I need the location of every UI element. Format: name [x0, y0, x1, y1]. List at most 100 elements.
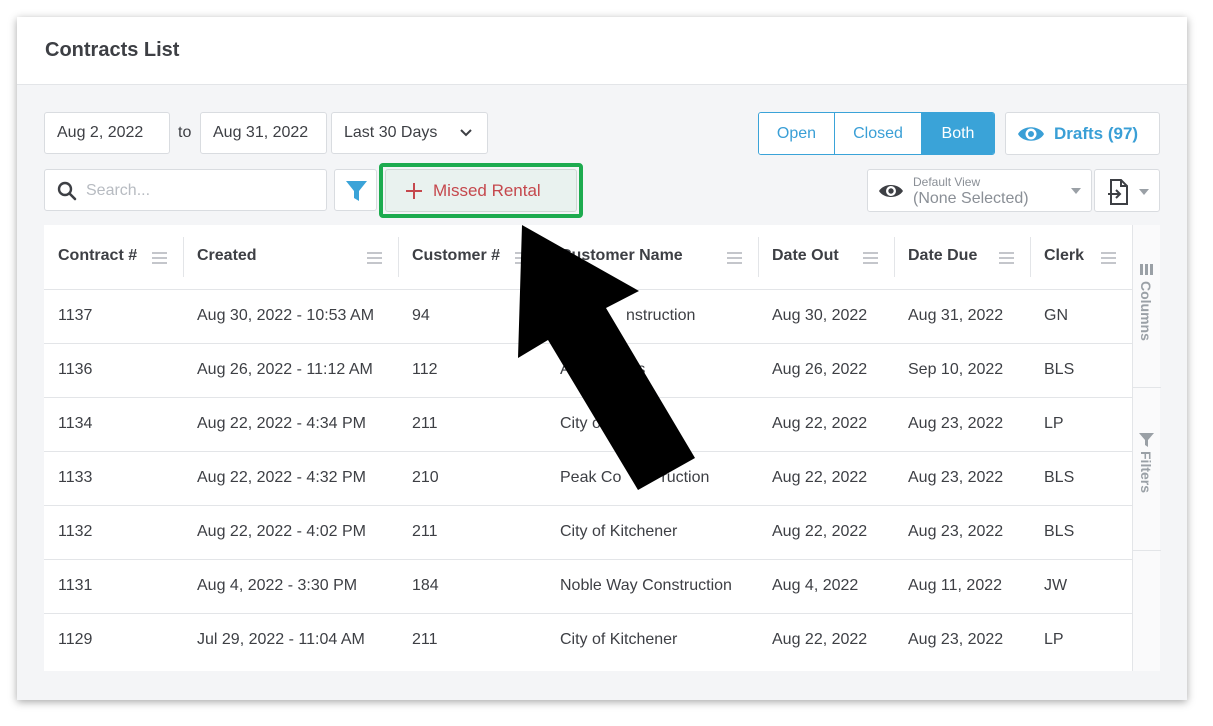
column-menu-icon[interactable] — [727, 252, 742, 264]
cell-clerk: BLS — [1044, 469, 1075, 486]
cell-date-due: Aug 23, 2022 — [908, 523, 1004, 540]
cell-customer-number: 211 — [412, 631, 438, 648]
cell-clerk: GN — [1044, 307, 1068, 324]
column-label: Customer Name — [560, 247, 683, 264]
table-header: Contract # Created Customer # Customer N… — [44, 225, 1132, 290]
cell-date-due: Aug 23, 2022 — [908, 631, 1004, 648]
view-value: (None Selected) — [913, 190, 1029, 207]
chevron-down-icon — [460, 129, 472, 137]
column-menu-icon[interactable] — [863, 252, 878, 264]
cell-created: Aug 22, 2022 - 4:34 PM — [197, 415, 366, 432]
column-menu-icon[interactable] — [1101, 252, 1116, 264]
view-select[interactable]: Default View (None Selected) — [867, 169, 1092, 212]
status-closed-button[interactable]: Closed — [835, 113, 922, 154]
columns-panel-toggle[interactable]: Columns — [1133, 225, 1161, 387]
cell-clerk: BLS — [1044, 523, 1075, 540]
caret-down-icon — [1071, 188, 1081, 194]
drafts-label: Drafts (97) — [1054, 124, 1139, 143]
column-header-customer-name[interactable]: Customer Name — [546, 225, 758, 290]
cell-date-due: Sep 10, 2022 — [908, 361, 1004, 378]
cell-contract: 1134 — [58, 415, 93, 432]
search-placeholder: Search... — [86, 182, 151, 199]
status-both-button[interactable]: Both — [922, 113, 994, 154]
cell-customer-name: City of Kitchener — [560, 631, 678, 648]
table-row[interactable]: 1136 Aug 26, 2022 - 11:12 AM 112 A rs Au… — [44, 344, 1132, 398]
filter-icon — [1139, 433, 1154, 447]
cell-customer-name: Noble Way Construction — [560, 577, 732, 594]
cell-customer-name: City of Kitchener — [560, 523, 678, 540]
search-icon — [57, 181, 77, 201]
column-menu-icon[interactable] — [367, 252, 382, 264]
eye-icon — [1018, 127, 1044, 141]
column-label: Contract # — [58, 247, 138, 264]
table-row[interactable]: 1133 Aug 22, 2022 - 4:32 PM 210 Peak Co … — [44, 452, 1132, 506]
cell-date-out: Aug 22, 2022 — [772, 631, 868, 648]
cell-customer-name: City o — [560, 415, 601, 432]
view-caption: Default View — [913, 175, 981, 189]
cell-contract: 1132 — [58, 523, 93, 540]
table-row[interactable]: 1132 Aug 22, 2022 - 4:02 PM 211 City of … — [44, 506, 1132, 560]
cell-created: Aug 30, 2022 - 10:53 AM — [197, 307, 375, 324]
cell-created: Aug 22, 2022 - 4:02 PM — [197, 523, 366, 540]
page-title: Contracts List — [45, 39, 180, 61]
cell-date-due: Aug 23, 2022 — [908, 469, 1004, 486]
export-icon — [1108, 179, 1128, 205]
columns-icon — [1140, 264, 1153, 275]
search-input[interactable]: Search... — [44, 169, 327, 211]
column-menu-icon[interactable] — [515, 252, 530, 264]
export-button[interactable] — [1094, 169, 1160, 212]
filters-panel-toggle[interactable]: Filters — [1133, 388, 1161, 550]
card-header: Contracts List — [17, 17, 1187, 85]
cell-customer-number: 211 — [412, 415, 438, 432]
column-label: Date Out — [772, 247, 839, 264]
cell-customer-number: 210 — [412, 469, 439, 486]
column-header-clerk[interactable]: Clerk — [1030, 225, 1132, 290]
column-header-contract[interactable]: Contract # — [44, 225, 183, 290]
cell-contract: 1136 — [58, 361, 93, 378]
filter-button[interactable] — [334, 169, 377, 211]
column-header-customer-number[interactable]: Customer # — [398, 225, 546, 290]
side-divider — [1133, 550, 1161, 551]
date-to-separator: to — [178, 124, 192, 141]
cell-date-out: Aug 22, 2022 — [772, 523, 868, 540]
status-toggle: Open Closed Both — [758, 112, 995, 155]
cell-date-due: Aug 23, 2022 — [908, 415, 1004, 432]
contracts-card: Contracts List Aug 2, 2022 to Aug 31, 20… — [17, 17, 1187, 700]
date-from-input[interactable]: Aug 2, 2022 — [44, 112, 170, 154]
cell-customer-number: 184 — [412, 577, 439, 594]
column-menu-icon[interactable] — [999, 252, 1014, 264]
columns-tab-label: Columns — [1138, 281, 1154, 341]
cell-created: Aug 22, 2022 - 4:32 PM — [197, 469, 366, 486]
column-header-date-out[interactable]: Date Out — [758, 225, 894, 290]
cell-date-out: Aug 22, 2022 — [772, 469, 868, 486]
column-label: Customer # — [412, 247, 501, 264]
cell-clerk: LP — [1044, 415, 1064, 432]
range-select[interactable]: Last 30 Days — [331, 112, 488, 154]
drafts-button[interactable]: Drafts (97) — [1005, 112, 1160, 155]
cell-clerk: JW — [1044, 577, 1068, 594]
column-header-date-due[interactable]: Date Due — [894, 225, 1030, 290]
side-panel: Columns Filters — [1132, 225, 1161, 671]
status-open-button[interactable]: Open — [759, 113, 835, 154]
table-row[interactable]: 1129 Jul 29, 2022 - 11:04 AM 211 City of… — [44, 614, 1132, 668]
cell-contract: 1131 — [58, 577, 93, 594]
cell-contract: 1133 — [58, 469, 93, 486]
cell-customer-name: A rs — [560, 361, 646, 378]
cell-date-due: Aug 11, 2022 — [908, 577, 1003, 594]
filters-tab-label: Filters — [1138, 451, 1154, 494]
cell-contract: 1137 — [58, 307, 93, 324]
cell-date-out: Aug 22, 2022 — [772, 415, 868, 432]
table-row[interactable]: 1137 Aug 30, 2022 - 10:53 AM 94 nstructi… — [44, 290, 1132, 344]
table-row[interactable]: 1131 Aug 4, 2022 - 3:30 PM 184 Noble Way… — [44, 560, 1132, 614]
column-menu-icon[interactable] — [152, 252, 167, 264]
cell-contract: 1129 — [58, 631, 93, 648]
date-to-input[interactable]: Aug 31, 2022 — [200, 112, 327, 154]
range-select-value: Last 30 Days — [344, 124, 438, 141]
column-label: Date Due — [908, 247, 978, 264]
table-row[interactable]: 1134 Aug 22, 2022 - 4:34 PM 211 City o A… — [44, 398, 1132, 452]
cell-clerk: LP — [1044, 631, 1064, 648]
contracts-table: Contract # Created Customer # Customer N… — [44, 225, 1161, 671]
column-label: Created — [197, 247, 257, 264]
cell-customer-number: 211 — [412, 523, 438, 540]
column-header-created[interactable]: Created — [183, 225, 398, 290]
